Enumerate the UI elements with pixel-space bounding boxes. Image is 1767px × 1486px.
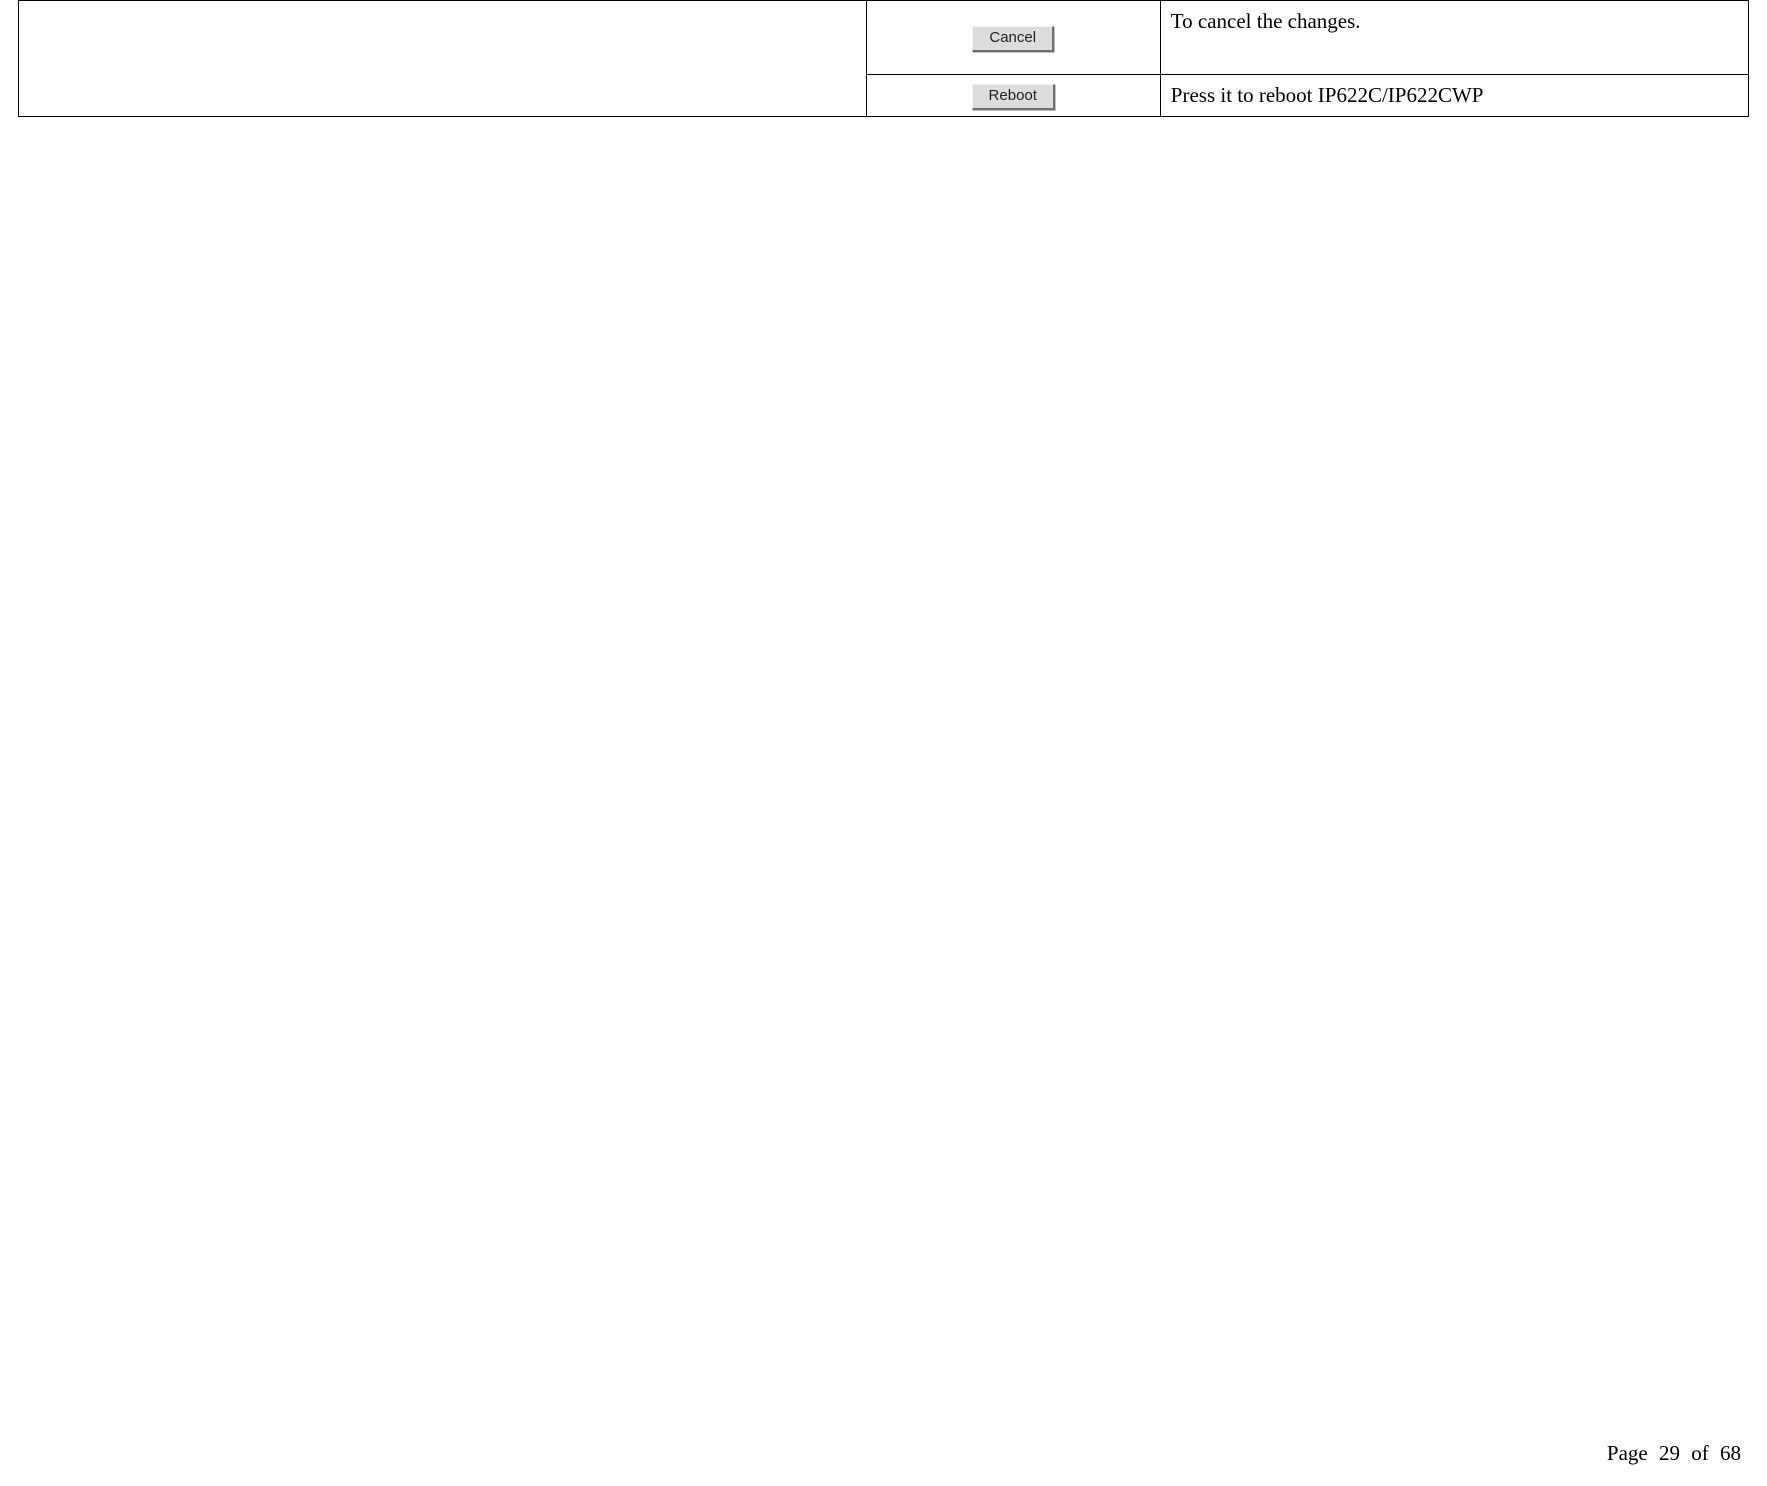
button-description-table: Cancel To cancel the changes. Reboot Pre… bbox=[0, 0, 1767, 117]
reboot-button[interactable]: Reboot bbox=[972, 84, 1055, 110]
description-cell-reboot: Press it to reboot IP622C/IP622CWP bbox=[1160, 75, 1748, 117]
description-cell-cancel: To cancel the changes. bbox=[1160, 1, 1748, 75]
page-number: Page 29 of 68 bbox=[1607, 1441, 1741, 1466]
button-cell-reboot: Reboot bbox=[866, 75, 1160, 117]
table-left-cell bbox=[19, 1, 867, 117]
cancel-button[interactable]: Cancel bbox=[972, 26, 1054, 52]
button-cell-cancel: Cancel bbox=[866, 1, 1160, 75]
table-row: Cancel To cancel the changes. bbox=[19, 1, 1749, 75]
